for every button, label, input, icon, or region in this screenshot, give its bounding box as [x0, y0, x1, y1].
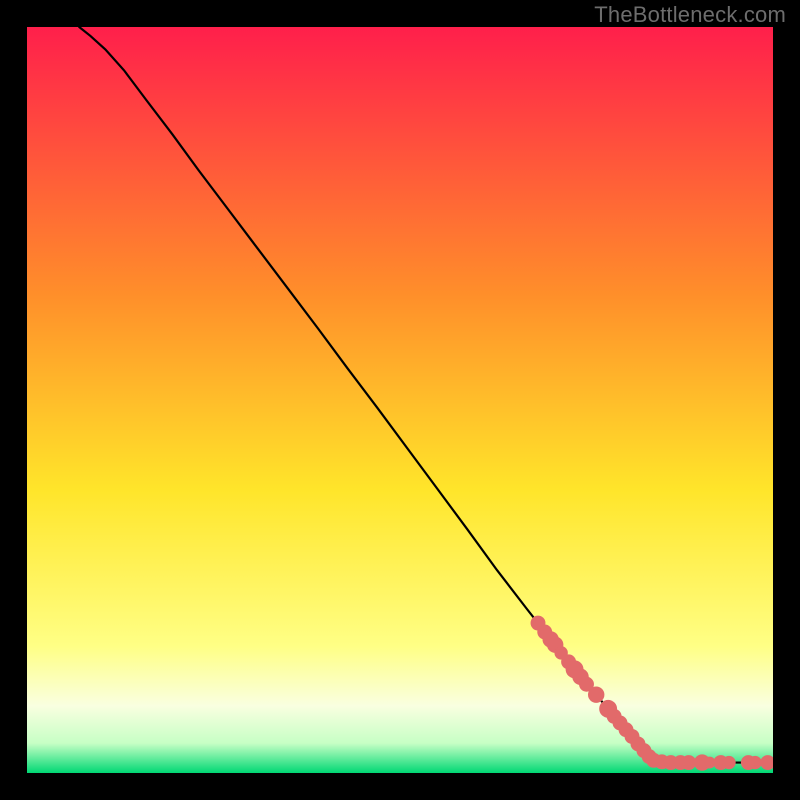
plot-background-gradient — [27, 27, 773, 773]
scatter-marker — [722, 756, 735, 769]
scatter-marker — [588, 686, 604, 702]
plot-area — [27, 27, 773, 773]
attribution-label: TheBottleneck.com — [594, 2, 786, 28]
chart-svg — [27, 27, 773, 773]
scatter-marker — [748, 756, 761, 769]
chart-container: TheBottleneck.com — [0, 0, 800, 800]
